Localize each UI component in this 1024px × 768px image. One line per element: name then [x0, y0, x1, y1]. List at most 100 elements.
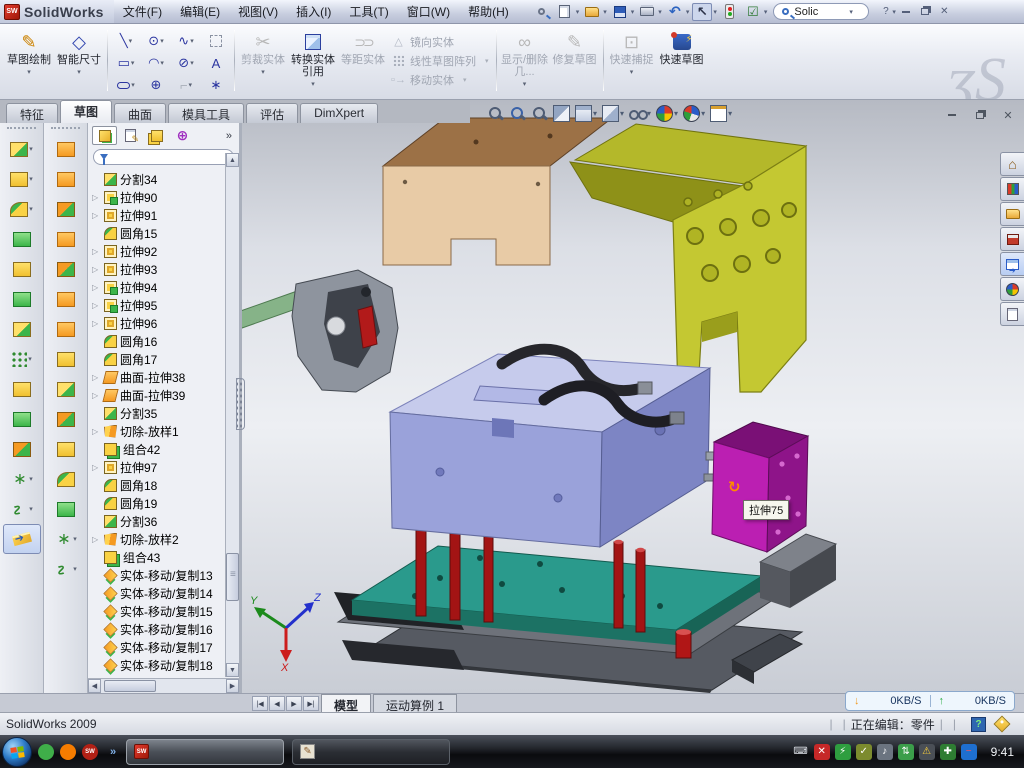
tree-filter-box[interactable]	[93, 149, 234, 165]
expand-arrow-icon[interactable]: ▷	[92, 463, 101, 472]
tab-nav-button-item-3[interactable]: ▶|	[303, 696, 319, 711]
tray-icon-defender[interactable]: ✚	[940, 744, 956, 760]
tree-item[interactable]: ▷ 拉伸97	[90, 458, 225, 476]
tree-item[interactable]: ▷ 分割35	[90, 404, 225, 422]
start-button[interactable]	[2, 737, 32, 767]
tree-item[interactable]: ▷ 分割34	[90, 170, 225, 188]
menu-item-item-3[interactable]: 插入(I)	[287, 0, 340, 23]
surface-tool-freeform[interactable]: ▾	[47, 524, 85, 554]
toolbar-drag-handle[interactable]	[7, 127, 36, 130]
surface-tool-revolved-surface[interactable]	[47, 164, 85, 194]
expand-arrow-icon[interactable]: ▷	[92, 265, 101, 274]
hud-button-view-orientation[interactable]	[574, 104, 598, 123]
hud-button-hide-show-items[interactable]	[628, 104, 652, 123]
repair-sketch-button[interactable]: ✎ 修复草图	[550, 26, 600, 95]
feature-tool-combine[interactable]	[3, 404, 41, 434]
search-input[interactable]	[792, 5, 848, 19]
undo-button[interactable]: ↶	[665, 3, 685, 21]
display-delete-relations-button[interactable]: ∞ 显示/删除几... ▾	[500, 26, 550, 95]
surface-tool-delete-face[interactable]	[47, 404, 85, 434]
tab-feature-manager[interactable]	[92, 126, 117, 145]
hud-button-zoom-fit[interactable]	[486, 104, 505, 123]
tab-property-manager[interactable]	[118, 126, 143, 145]
sketch-tool-centerpoint-arc[interactable]: ◠▾	[141, 52, 171, 74]
hud-button-appearances[interactable]	[655, 104, 679, 123]
tree-item[interactable]: ▷ 拉伸94	[90, 278, 225, 296]
tree-item[interactable]: ▷ 圆角17	[90, 350, 225, 368]
expand-arrow-icon[interactable]: ▷	[92, 193, 101, 202]
expand-arrow-icon[interactable]: ▷	[92, 373, 101, 382]
tag-icon[interactable]	[994, 716, 1011, 733]
tray-icon-update-manager[interactable]: ✓	[856, 744, 872, 760]
sketch-tool-corner-rectangle[interactable]: ▭▾	[111, 52, 141, 74]
print-button[interactable]	[637, 3, 657, 21]
restore-button[interactable]	[917, 4, 934, 19]
doc-close-button[interactable]: ✕	[1000, 108, 1016, 122]
tree-item[interactable]: ▷ 拉伸93	[90, 260, 225, 278]
tab-dimxpert-manager[interactable]: ⊕	[170, 126, 195, 145]
tree-item[interactable]: ▷ 曲面-拉伸38	[90, 368, 225, 386]
select-button[interactable]: ↖	[692, 3, 712, 21]
feature-tool-instant-3d[interactable]	[3, 524, 41, 554]
tree-item[interactable]: ▷ 实体-移动/复制18	[90, 656, 225, 674]
surface-tool-planar-surface[interactable]	[47, 314, 85, 344]
task-pane-button-file-explorer[interactable]	[1000, 202, 1024, 226]
tab-configuration-manager[interactable]	[144, 126, 169, 145]
taskbar-window-button[interactable]: ✎	[292, 739, 450, 765]
scroll-down-button[interactable]: ▼	[226, 663, 239, 677]
hud-button-display-style[interactable]	[601, 104, 625, 123]
part-top-clamp-front-face[interactable]	[383, 166, 550, 265]
trim-entities-button[interactable]: ✂ 剪裁实体 ▾	[238, 26, 288, 95]
menu-item-item-0[interactable]: 文件(F)	[114, 0, 171, 23]
surface-tool-offset-surface[interactable]	[47, 284, 85, 314]
expand-arrow-icon[interactable]: ▷	[92, 211, 101, 220]
feature-tool-fillet[interactable]: ▾	[3, 194, 41, 224]
tree-item[interactable]: ▷ 实体-移动/复制16	[90, 620, 225, 638]
feature-tool-linear-pattern[interactable]: ▾	[3, 344, 41, 374]
pin-toolbar-button[interactable]	[532, 3, 552, 21]
feature-tool-spline-tool[interactable]: ▾	[3, 494, 41, 524]
surface-tool-thicken[interactable]	[47, 464, 85, 494]
tree-horizontal-scrollbar[interactable]: ◀ ▶	[88, 678, 239, 693]
tree-item[interactable]: ▷ 组合43	[90, 548, 225, 566]
expand-arrow-icon[interactable]: ▷	[92, 247, 101, 256]
open-button[interactable]	[582, 3, 602, 21]
quick-launch-icon-media-player[interactable]	[60, 744, 76, 760]
search-dropdown-arrow[interactable]: ▾	[849, 8, 853, 16]
scroll-right-button[interactable]: ▶	[226, 679, 239, 693]
toolbar-drag-handle[interactable]	[51, 127, 80, 130]
expand-arrow-icon[interactable]: ▷	[92, 283, 101, 292]
tree-item[interactable]: ▷ 切除-放样2	[90, 530, 225, 548]
tab-nav-button-item-1[interactable]: ◀	[269, 696, 285, 711]
rebuild-button[interactable]	[720, 3, 740, 21]
tree-item[interactable]: ▷ 圆角19	[90, 494, 225, 512]
tree-item[interactable]: ▷ 曲面-拉伸39	[90, 386, 225, 404]
sketch-tool-text[interactable]: A	[201, 52, 231, 74]
quick-tips-help-button[interactable]: ?	[971, 717, 986, 732]
surface-tool-extend-surface[interactable]	[47, 344, 85, 374]
scroll-up-button[interactable]: ▲	[226, 153, 239, 167]
tree-item[interactable]: ▷ 组合42	[90, 440, 225, 458]
expand-arrow-icon[interactable]: ▷	[92, 535, 101, 544]
expand-arrow-icon[interactable]: ▷	[92, 319, 101, 328]
tray-icon-security-suite[interactable]: ⚡	[835, 744, 851, 760]
feature-tool-reference-curve[interactable]: ▾	[3, 464, 41, 494]
linear-sketch-pattern-button[interactable]: 线性草图阵列 ▾	[392, 53, 489, 69]
graphics-viewport[interactable]: ↻ ✕ ⌂ 拉伸75 Y Z X	[240, 100, 1024, 693]
menu-item-item-1[interactable]: 编辑(E)	[171, 0, 229, 23]
surface-tool-lofted-surface[interactable]	[47, 194, 85, 224]
quick-launch-chevron[interactable]: »	[110, 746, 116, 758]
expand-arrow-icon[interactable]: ▷	[92, 391, 101, 400]
doc-restore-button[interactable]	[972, 108, 988, 122]
taskbar-window-button[interactable]: SW	[126, 739, 284, 765]
surface-tool-knit-surface[interactable]	[47, 374, 85, 404]
tree-item[interactable]: ▷ 切除-放样1	[90, 422, 225, 440]
menu-item-item-6[interactable]: 帮助(H)	[459, 0, 518, 23]
surface-tool-curve-through-points[interactable]: ▾	[47, 554, 85, 584]
surface-tool-swept-surface[interactable]	[47, 134, 85, 164]
hud-button-section-view[interactable]	[552, 104, 571, 123]
tree-item[interactable]: ▷ 分割36	[90, 512, 225, 530]
tray-icon-sync-status[interactable]: −	[961, 744, 977, 760]
sketch-tool-point[interactable]: ∗	[201, 74, 231, 96]
command-tab[interactable]: 模具工具	[168, 103, 244, 123]
